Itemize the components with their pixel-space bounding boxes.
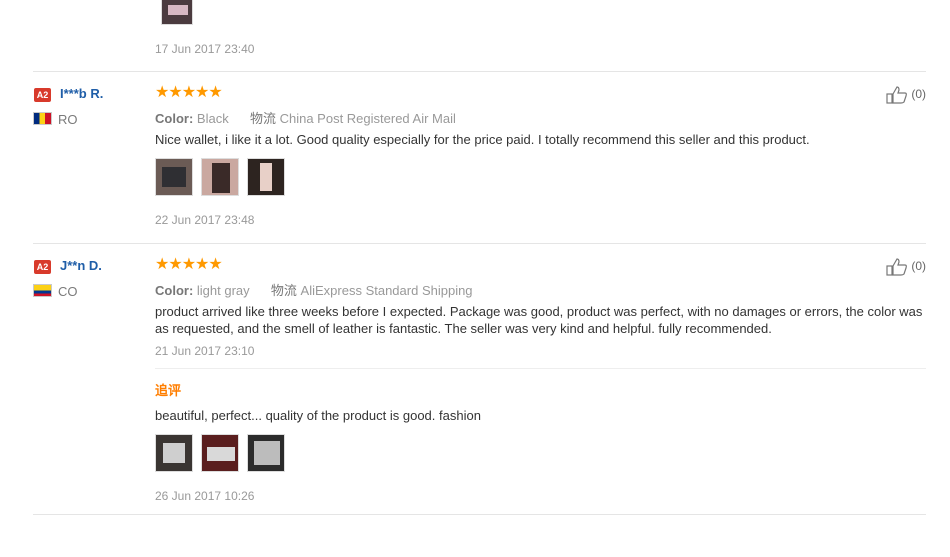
- reviewer-country: CO: [58, 284, 78, 299]
- review-divider: [33, 243, 926, 244]
- review-photo[interactable]: [155, 434, 193, 472]
- review-meta: Color: light gray 物流 AliExpress Standard…: [155, 280, 473, 299]
- reviewer-name[interactable]: I***b R.: [60, 86, 103, 101]
- helpful-button[interactable]: (0): [886, 258, 926, 276]
- shipping-value: AliExpress Standard Shipping: [300, 283, 473, 298]
- review-meta: Color: Black 物流 China Post Registered Ai…: [155, 108, 456, 127]
- flag-ro-icon: [33, 112, 52, 125]
- review-divider: [33, 71, 926, 72]
- additional-review-divider: [155, 368, 926, 369]
- review-photo[interactable]: [247, 158, 285, 196]
- level-badge: A2: [34, 88, 51, 102]
- helpful-button[interactable]: (0): [886, 86, 926, 104]
- thumbs-up-icon: [886, 86, 907, 104]
- review-text-line: as requested, and the smell of leather i…: [155, 321, 772, 336]
- shipping-label: 物流: [249, 111, 276, 126]
- review-photo[interactable]: [201, 158, 239, 196]
- shipping-value: China Post Registered Air Mail: [279, 111, 456, 126]
- color-label: Color:: [155, 283, 194, 298]
- star-rating: ★★★★★: [155, 84, 223, 101]
- review-date: 26 Jun 2017 10:26: [155, 489, 255, 503]
- reviewer-name[interactable]: J**n D.: [60, 258, 102, 273]
- shipping-label: 物流: [270, 283, 297, 298]
- review-divider: [33, 514, 926, 515]
- thumbs-up-icon: [886, 258, 907, 276]
- review-date: 21 Jun 2017 23:10: [155, 344, 255, 358]
- flag-co-icon: [33, 284, 52, 297]
- color-value: Black: [196, 111, 229, 126]
- review-photo[interactable]: [161, 0, 193, 25]
- color-value: light gray: [196, 283, 250, 298]
- reviewer-country: RO: [58, 112, 78, 127]
- review-date: 22 Jun 2017 23:48: [155, 213, 255, 227]
- review-date: 17 Jun 2017 23:40: [155, 42, 255, 56]
- review-photo[interactable]: [247, 434, 285, 472]
- review-text: Nice wallet, i like it a lot. Good quali…: [155, 132, 810, 147]
- like-count: (0): [911, 87, 927, 102]
- additional-review-text: beautiful, perfect... quality of the pro…: [155, 408, 481, 423]
- like-count: (0): [911, 259, 927, 274]
- star-rating: ★★★★★: [155, 256, 223, 273]
- color-label: Color:: [155, 111, 194, 126]
- level-badge: A2: [34, 260, 51, 274]
- additional-review-title: 追评: [155, 383, 182, 398]
- review-photo[interactable]: [155, 158, 193, 196]
- review-text-line: product arrived like three weeks before …: [155, 304, 923, 319]
- review-photo[interactable]: [201, 434, 239, 472]
